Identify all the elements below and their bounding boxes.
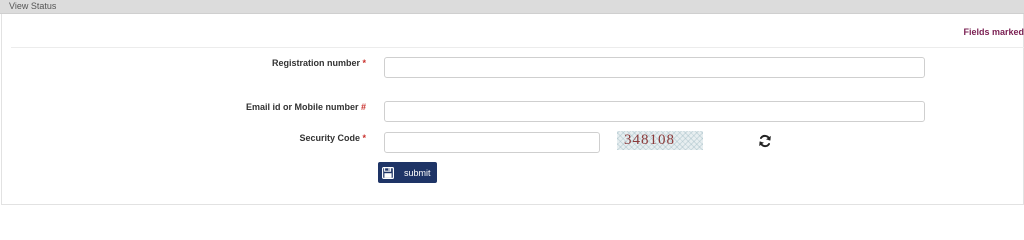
hash-marker: #	[360, 102, 366, 112]
panel-header: View Status	[0, 0, 1024, 14]
floppy-disk-icon	[382, 166, 395, 179]
refresh-icon[interactable]	[758, 134, 772, 148]
captcha-image: 348108	[617, 131, 703, 150]
email-mobile-input[interactable]	[384, 101, 925, 122]
security-code-label-text: Security Code	[299, 133, 360, 143]
registration-number-label-text: Registration number	[271, 58, 360, 68]
submit-button-label: submit	[404, 167, 431, 178]
email-mobile-label-text: Email id or Mobile number	[245, 102, 359, 112]
required-marker: *	[362, 133, 366, 143]
panel-title: View Status	[9, 1, 57, 11]
security-code-input[interactable]	[384, 132, 600, 153]
divider	[11, 47, 1024, 48]
registration-number-label: Registration number *	[0, 58, 366, 68]
fields-marked-notice: Fields marked	[963, 27, 1024, 37]
required-marker: *	[362, 58, 366, 68]
security-code-label: Security Code *	[0, 133, 366, 143]
email-mobile-label: Email id or Mobile number #	[0, 102, 366, 112]
submit-button[interactable]: submit	[378, 162, 437, 183]
registration-number-input[interactable]	[384, 57, 925, 78]
